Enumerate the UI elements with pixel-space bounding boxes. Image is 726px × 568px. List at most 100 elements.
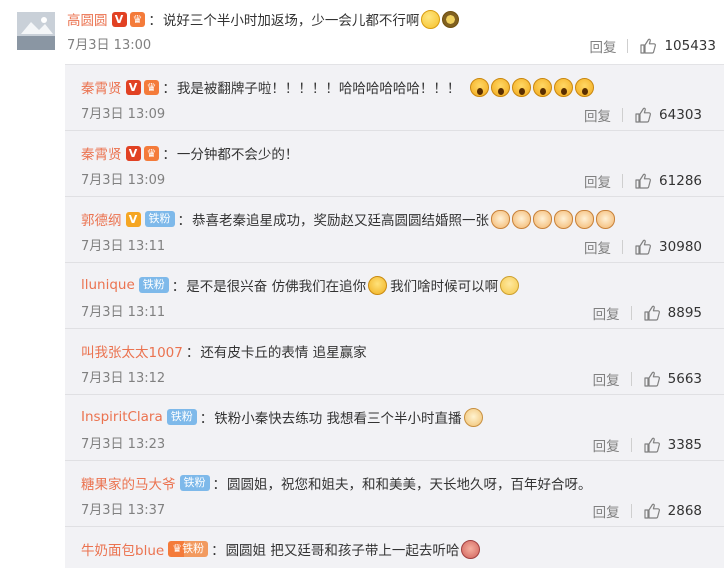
like-count: 64303 [659, 107, 702, 123]
comment-time: 7月3日 13:09 [81, 173, 166, 188]
divider [622, 108, 624, 122]
comment-time: 7月3日 13:11 [81, 239, 166, 254]
cat-emoji-icon [554, 209, 573, 229]
crown-badge-icon[interactable]: ♛ [143, 145, 160, 161]
colon: ： [171, 279, 186, 295]
list-item: 秦霄贤 V ♛ ： 我是被翻牌子啦！！！！！哈哈哈哈哈哈！！！ 7月3日 13:… [65, 65, 724, 131]
comment-actions: 回复 64303 [584, 105, 702, 125]
bee-emoji-icon [442, 10, 460, 28]
divider [630, 438, 632, 452]
iron-fan-badge[interactable]: 铁粉 [166, 409, 197, 425]
main-comment: 高圆圆 V ♛ ： 说好三个半小时加返场，少一会儿都不行啊 7月3日 13:00… [0, 0, 726, 64]
verified-red-v-icon[interactable]: V [125, 145, 141, 161]
thinking-emoji-icon [500, 275, 520, 295]
crying-emoji-icon [368, 275, 388, 295]
thumbs-up-icon[interactable] [643, 304, 661, 322]
reply-button[interactable]: 回复 [589, 36, 616, 56]
thumbs-up-icon[interactable] [634, 172, 652, 190]
colon: ： [162, 81, 176, 97]
like-count: 3385 [667, 437, 702, 453]
iron-fan-badge[interactable]: 铁粉 [144, 211, 175, 227]
reply-button[interactable]: 回复 [593, 501, 620, 521]
cat-emoji-icon [491, 209, 510, 229]
username[interactable]: 牛奶面包blue [81, 539, 164, 559]
username[interactable]: 秦霄贤 [81, 77, 122, 97]
list-item: InspiritClara 铁粉 ： 铁粉小秦快去练功 我想看三个半小时直播 7… [65, 395, 724, 461]
comment-actions: 回复 61286 [584, 171, 702, 191]
crown-badge-icon[interactable]: ♛ [143, 79, 160, 95]
comment-actions: 回复 2868 [593, 501, 702, 521]
divider [630, 306, 632, 320]
verified-red-v-icon[interactable]: V [111, 11, 127, 27]
comment-line: InspiritClara 铁粉 ： 铁粉小秦快去练功 我想看三个半小时直播 [81, 407, 483, 427]
colon: ： [212, 477, 227, 493]
divider [622, 174, 624, 188]
comment-text: 还有皮卡丘的表情 追星赢家 [200, 345, 367, 361]
shocked-emoji-icon [491, 77, 511, 97]
username[interactable]: InspiritClara [81, 409, 163, 425]
comment-time: 7月3日 13:37 [81, 503, 166, 518]
colon: ： [185, 345, 200, 361]
colon: ： [199, 411, 214, 427]
iron-fan-badge[interactable]: 铁粉 [179, 475, 210, 491]
comment-actions: 回复 30980 [584, 237, 702, 257]
reply-button[interactable]: 回复 [584, 171, 611, 191]
thumbs-up-icon[interactable] [634, 106, 652, 124]
comment-line: llunique 铁粉 ： 是不是很兴奋 仿佛我们在追你 我们啥时候可以啊 [81, 275, 520, 295]
comment-line: 高圆圆 V ♛ ： 说好三个半小时加返场，少一会儿都不行啊 [67, 9, 460, 29]
comment-text: 是不是很兴奋 仿佛我们在追你 [186, 279, 367, 295]
thumbs-up-icon[interactable] [643, 370, 661, 388]
comment-text: 圆圆姐，祝您和姐夫，和和美美，天长地久呀，百年好合呀。 [227, 477, 592, 493]
list-item: llunique 铁粉 ： 是不是很兴奋 仿佛我们在追你 我们啥时候可以啊 7月… [65, 263, 724, 329]
comment-text: 恭喜老秦追星成功，奖励赵又廷高圆圆结婚照一张 [192, 213, 489, 229]
comment-time: 7月3日 13:23 [81, 437, 166, 452]
like-count: 105433 [664, 38, 716, 54]
username[interactable]: llunique [81, 277, 135, 293]
comment-line: 郭德纲 V 铁粉 ： 恭喜老秦追星成功，奖励赵又廷高圆圆结婚照一张 [81, 209, 615, 229]
cat-emoji-icon [596, 209, 615, 229]
username[interactable]: 秦霄贤 [81, 143, 122, 163]
colon: ： [148, 13, 162, 29]
comment-line: 秦霄贤 V ♛ ： 一分钟都不会少的！ [81, 143, 298, 163]
comment-line: 糖果家的马大爷 铁粉 ： 圆圆姐，祝您和姐夫，和和美美，天长地久呀，百年好合呀。 [81, 473, 592, 493]
list-item: 郭德纲 V 铁粉 ： 恭喜老秦追星成功，奖励赵又廷高圆圆结婚照一张 7月3日 1… [65, 197, 724, 263]
comment-text: 说好三个半小时加返场，少一会儿都不行啊 [162, 13, 420, 29]
iron-fan-badge[interactable]: 铁粉 [138, 277, 169, 293]
comment-text: 铁粉小秦快去练功 我想看三个半小时直播 [214, 411, 462, 427]
thumbs-up-icon[interactable] [634, 238, 652, 256]
reply-button[interactable]: 回复 [584, 105, 611, 125]
username[interactable]: 郭德纲 [81, 209, 122, 229]
like-count: 30980 [659, 239, 702, 255]
thumbs-up-icon[interactable] [643, 502, 661, 520]
username[interactable]: 叫我张太太1007 [81, 341, 183, 361]
comment-line: 牛奶面包blue ♛铁粉 ： 圆圆姐 把又廷哥和孩子带上一起去听哈 [81, 539, 481, 559]
divider [622, 240, 624, 254]
doll-emoji-icon [461, 539, 481, 559]
list-item: 叫我张太太1007 ： 还有皮卡丘的表情 追星赢家 7月3日 13:12 回复 … [65, 329, 724, 395]
reply-button[interactable]: 回复 [593, 369, 620, 389]
username[interactable]: 糖果家的马大爷 [81, 473, 176, 493]
comment-line: 叫我张太太1007 ： 还有皮卡丘的表情 追星赢家 [81, 341, 367, 361]
crown-iron-fan-badge[interactable]: ♛铁粉 [168, 541, 209, 557]
comment-time: 7月3日 13:09 [81, 107, 166, 122]
avatar[interactable] [17, 12, 55, 50]
verified-red-v-icon[interactable]: V [125, 79, 141, 95]
thumbs-up-icon[interactable] [639, 37, 657, 55]
reply-button[interactable]: 回复 [584, 237, 611, 257]
reply-button[interactable]: 回复 [593, 435, 620, 455]
comment-actions: 回复 105433 [589, 36, 716, 56]
comment-text: 我是被翻牌子啦！！！！！哈哈哈哈哈哈！！！ [176, 81, 461, 97]
colon: ： [211, 543, 225, 559]
reply-button[interactable]: 回复 [593, 303, 620, 323]
username[interactable]: 高圆圆 [67, 9, 108, 29]
verified-gold-v-icon[interactable]: V [125, 211, 141, 227]
shocked-emoji-icon [575, 77, 595, 97]
smile-emoji-icon [421, 9, 441, 29]
cat-emoji-icon [512, 209, 531, 229]
comment-actions: 回复 3385 [593, 435, 702, 455]
thumbs-up-icon[interactable] [643, 436, 661, 454]
comment-text-continued: 我们啥时候可以啊 [390, 279, 499, 295]
shocked-emoji-icon [470, 77, 490, 97]
crown-badge-icon[interactable]: ♛ [129, 11, 146, 27]
colon: ： [162, 147, 176, 163]
